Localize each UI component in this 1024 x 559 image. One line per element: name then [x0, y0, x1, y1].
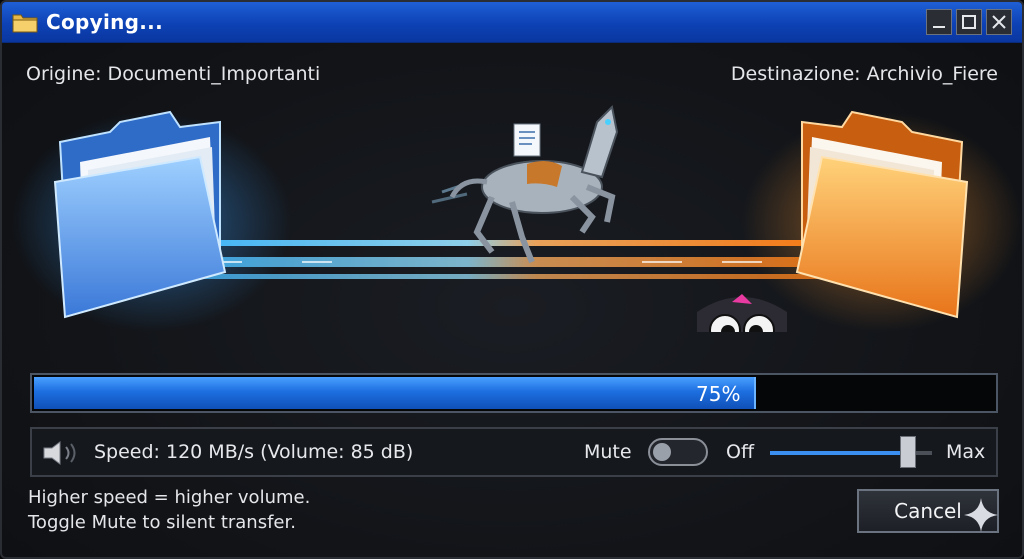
mute-toggle-knob[interactable] [653, 443, 671, 461]
close-icon [992, 15, 1006, 29]
volume-slider-fill [770, 451, 908, 455]
title-bar[interactable]: Copying... [2, 2, 1022, 43]
progress-fill [34, 377, 756, 409]
mute-state-label: Off [726, 441, 755, 463]
destination-label: Destinazione: Archivio_Fiere [730, 63, 998, 85]
progress-bar: 75% [30, 373, 998, 413]
mute-toggle[interactable] [648, 438, 708, 466]
volume-slider-thumb[interactable] [900, 436, 916, 468]
mute-label: Mute [584, 441, 632, 463]
help-text-line2: Toggle Mute to silent transfer. [28, 512, 296, 533]
window-title: Copying... [46, 10, 163, 34]
sparkle-icon [964, 498, 998, 532]
folder-icon [12, 14, 38, 33]
owl-mascot-icon [697, 294, 787, 332]
progress-percent: 75% [696, 382, 741, 406]
origin-label: Origine: Documenti_Importanti [26, 63, 321, 85]
speed-readout: Speed: 120 MB/s (Volume: 85 dB) [94, 441, 414, 463]
minimize-button[interactable] [926, 9, 952, 35]
close-button[interactable] [986, 9, 1012, 35]
slider-max-label: Max [946, 441, 986, 463]
document-icon [513, 123, 541, 157]
maximize-icon [962, 15, 976, 29]
robot-horse-icon [431, 104, 619, 264]
speaker-icon [43, 441, 76, 465]
minimize-icon [933, 26, 945, 28]
maximize-button[interactable] [956, 9, 982, 35]
transfer-illustration [12, 104, 1022, 332]
volume-control-row: Speed: 120 MB/s (Volume: 85 dB) Mute Off… [30, 427, 998, 477]
help-text-line1: Higher speed = higher volume. [28, 487, 311, 508]
copy-dialog-window: Copying... Origine: Documenti_Importanti… [0, 0, 1024, 559]
